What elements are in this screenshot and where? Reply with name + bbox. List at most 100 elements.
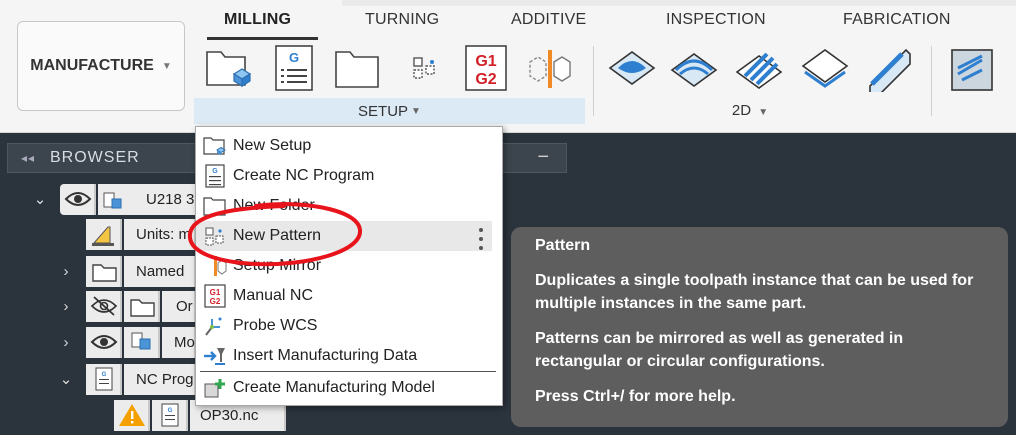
visibility-toggle[interactable] xyxy=(86,327,122,358)
manufacturing-model-icon xyxy=(203,376,227,400)
tree-row-nc-programs[interactable]: ⌄ G NC Prog xyxy=(56,364,196,395)
menu-item-label: Probe WCS xyxy=(233,317,318,334)
mirror-icon[interactable] xyxy=(526,44,574,92)
annotation-circle xyxy=(187,202,362,267)
collapse-panel-icon[interactable]: ◂◂ xyxy=(14,151,42,165)
model-cell xyxy=(124,327,160,358)
setup-group-label: SETUP xyxy=(358,102,409,120)
tab-fabrication[interactable]: FABRICATION xyxy=(843,11,951,29)
ribbon-toolbar: MANUFACTURE ▼ MILLING TURNING ADDITIVE I… xyxy=(0,0,1016,133)
units-icon-cell xyxy=(86,219,122,250)
browser-title: BROWSER xyxy=(50,149,140,166)
tree-row-label: Mo xyxy=(174,334,195,351)
tree-row-origin[interactable]: › Or xyxy=(56,291,196,322)
2d-group-label: 2D xyxy=(731,102,752,119)
pocket-clearing-icon[interactable] xyxy=(735,44,783,92)
chevron-down-icon: ▼ xyxy=(411,105,421,117)
group-divider xyxy=(593,46,594,116)
workspace-label: MANUFACTURE xyxy=(30,57,154,74)
tab-strip-background xyxy=(342,0,1016,6)
folder-icon xyxy=(130,299,155,317)
workspace-dropdown[interactable]: MANUFACTURE ▼ xyxy=(17,21,185,111)
eye-icon xyxy=(64,192,92,206)
tree-row-label: OP30.nc xyxy=(200,407,259,424)
g1-label: G1 xyxy=(210,288,221,297)
new-setup-icon xyxy=(203,134,227,158)
nc-cell: G xyxy=(86,364,122,395)
ruler-icon xyxy=(92,226,114,246)
new-setup-icon[interactable] xyxy=(204,44,252,92)
tab-additive[interactable]: ADDITIVE xyxy=(511,11,586,29)
tooltip-detail: Patterns can be mirrored as well as gene… xyxy=(535,330,904,370)
manual-nc-icon[interactable]: G1 G2 xyxy=(462,44,510,92)
minimize-icon[interactable]: − xyxy=(537,146,550,169)
tree-row-label: Or xyxy=(176,298,193,315)
menu-item-create-manufacturing-model[interactable]: Create Manufacturing Model xyxy=(196,373,502,403)
visibility-toggle[interactable] xyxy=(60,184,96,215)
tooltip-title: Pattern xyxy=(535,237,591,254)
g-letter: G xyxy=(102,372,107,378)
menu-item-label: New Setup xyxy=(233,137,312,154)
folder-cell xyxy=(86,256,122,287)
folder-cell xyxy=(124,291,160,322)
models-label-cell: Mo xyxy=(162,327,196,358)
chevron-right-icon[interactable]: › xyxy=(56,332,76,352)
slot-icon[interactable] xyxy=(864,44,912,95)
warning-icon xyxy=(119,404,145,426)
group-divider xyxy=(931,46,932,116)
chevron-down-icon: ▼ xyxy=(161,60,172,72)
menu-item-label: Create Manufacturing Model xyxy=(233,379,435,396)
pattern-tooltip: Pattern Duplicates a single toolpath ins… xyxy=(511,227,1008,427)
probe-icon xyxy=(203,314,227,338)
tree-row-label: Named xyxy=(136,263,185,280)
g2-label: G2 xyxy=(210,297,221,306)
tab-inspection[interactable]: INSPECTION xyxy=(666,11,766,29)
warning-cell xyxy=(114,400,150,431)
tree-row-label: Units: m xyxy=(136,226,192,243)
menu-item-insert-manufacturing-data[interactable]: Insert Manufacturing Data xyxy=(196,341,502,371)
tab-milling[interactable]: MILLING xyxy=(224,11,291,29)
setup-group-dropdown[interactable]: SETUP ▼ xyxy=(194,98,585,124)
pattern-icon[interactable] xyxy=(402,44,450,92)
contour-icon[interactable] xyxy=(801,44,849,92)
chevron-down-icon: ▼ xyxy=(758,107,769,118)
menu-item-manual-nc[interactable]: G1 G2 Manual NC xyxy=(196,281,502,311)
g-letter: G xyxy=(212,168,218,175)
nc-file-icon: G xyxy=(161,403,179,427)
tree-row-units[interactable]: Units: m xyxy=(86,219,196,250)
visibility-toggle[interactable] xyxy=(86,291,122,322)
chevron-down-icon[interactable]: ⌄ xyxy=(56,369,76,389)
2d-group-dropdown[interactable]: 2D ▼ xyxy=(700,102,800,119)
insert-data-icon xyxy=(203,344,227,368)
adaptive-clearing-icon[interactable] xyxy=(670,44,718,92)
g2-label: G2 xyxy=(475,71,496,88)
g-letter: G xyxy=(168,408,173,414)
folder-icon xyxy=(92,264,117,282)
menu-item-label: Insert Manufacturing Data xyxy=(233,347,418,364)
menu-item-probe-wcs[interactable]: Probe WCS xyxy=(196,311,502,341)
folder-icon[interactable] xyxy=(333,44,381,92)
nc-program-icon[interactable]: G xyxy=(271,44,319,92)
chevron-right-icon[interactable]: › xyxy=(56,296,76,316)
menu-item-label: Create NC Program xyxy=(233,167,375,184)
nc-program-icon: G xyxy=(203,164,227,188)
chevron-down-icon[interactable]: ⌄ xyxy=(30,189,50,209)
tab-turning[interactable]: TURNING xyxy=(365,11,439,29)
eye-hidden-icon xyxy=(90,296,118,316)
component-icon xyxy=(131,332,151,350)
more-options-icon[interactable] xyxy=(473,226,489,252)
menu-item-new-setup[interactable]: New Setup xyxy=(196,131,502,161)
menu-item-create-nc-program[interactable]: G Create NC Program xyxy=(196,161,502,191)
menu-item-label: Manual NC xyxy=(233,287,314,304)
tree-row-named-views[interactable]: › Named xyxy=(56,256,196,287)
nc-file-cell: G xyxy=(152,400,188,431)
tooltip-help: Press Ctrl+/ for more help. xyxy=(535,388,736,405)
g-letter: G xyxy=(289,50,299,65)
manual-nc-icon: G1 G2 xyxy=(203,284,227,308)
trace-icon[interactable] xyxy=(946,44,994,92)
active-tab-indicator xyxy=(207,37,318,40)
origin-label-cell: Or xyxy=(162,291,196,322)
face-icon[interactable] xyxy=(608,44,656,92)
chevron-right-icon[interactable]: › xyxy=(56,261,76,281)
tree-row-models[interactable]: › Mo xyxy=(56,327,196,358)
